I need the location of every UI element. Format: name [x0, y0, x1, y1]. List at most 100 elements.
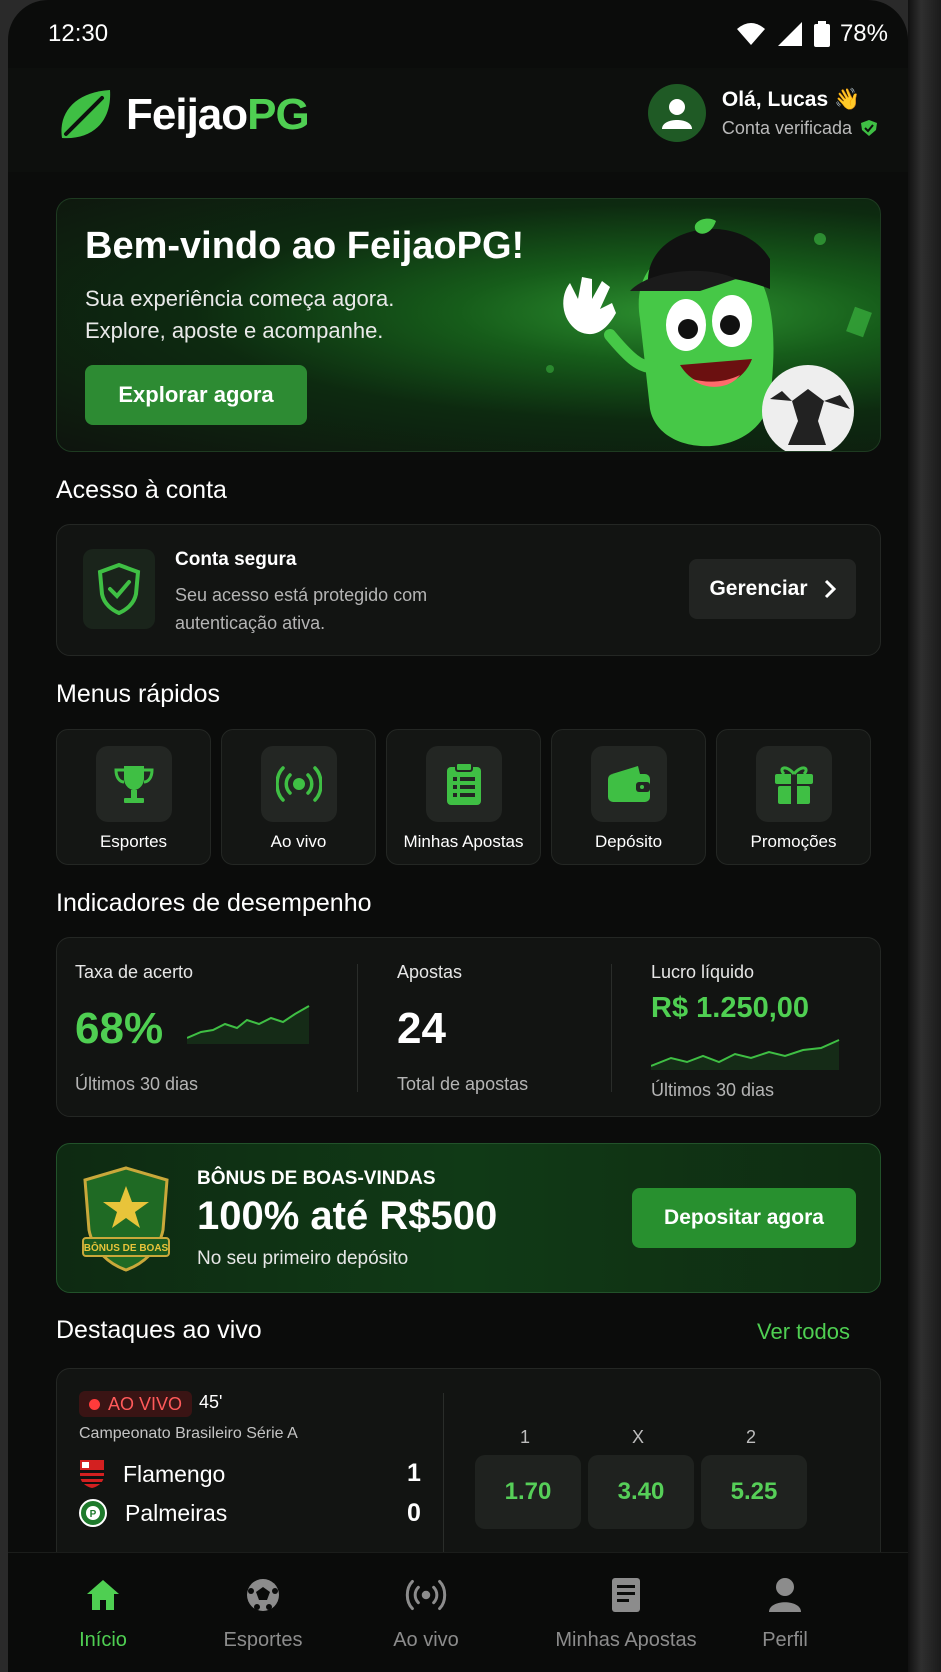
wallet-icon-box: [590, 746, 667, 822]
see-all-link[interactable]: Ver todos: [757, 1319, 850, 1345]
signal-icon: [777, 22, 802, 46]
verified-badge-icon: [861, 120, 877, 136]
welcome-banner: Bem-vindo ao FeijaoPG! Sua experiência c…: [56, 198, 881, 452]
manage-button[interactable]: Gerenciar: [689, 559, 856, 619]
odds-header-draw: X: [631, 1427, 644, 1447]
brand-name: Feijao: [126, 90, 248, 139]
status-time: 12:30: [48, 20, 109, 47]
wallet-icon: [607, 766, 650, 802]
svg-text:P: P: [90, 1509, 97, 1520]
battery-level: 78%: [839, 20, 888, 47]
chevron-right-icon: [824, 579, 836, 599]
quick-menu-promotions[interactable]: Promoções: [716, 729, 871, 865]
quick-menu-live[interactable]: Ao vivo: [221, 729, 376, 865]
away-team: P Palmeiras: [79, 1499, 227, 1527]
odd-draw-button[interactable]: 3.40: [588, 1455, 694, 1529]
welcome-bonus-banner: BÔNUS DE BOAS BÔNUS DE BOAS-VINDAS 100% …: [56, 1143, 881, 1293]
home-team: Flamengo: [79, 1459, 225, 1489]
home-team-name: Flamengo: [123, 1460, 226, 1487]
odds-header-home: 1: [519, 1427, 530, 1447]
nav-home[interactable]: Início: [18, 1573, 188, 1652]
hit-rate-value: 68%: [75, 1004, 164, 1053]
bean-mascot-illustration: [546, 218, 872, 451]
battery-icon: [813, 21, 830, 47]
odd-away-button[interactable]: 5.25: [701, 1455, 807, 1529]
quick-menu-label: Promoções: [750, 832, 837, 851]
profit-sparkline: [651, 1039, 840, 1070]
shield-icon-box: [83, 549, 155, 629]
quick-menu-deposit[interactable]: Depósito: [551, 729, 706, 865]
hit-rate-label: Taxa de acerto: [75, 962, 194, 982]
user-icon: [661, 99, 692, 129]
account-card-text: Seu acesso está protegido com autenticaç…: [175, 585, 428, 633]
app-screen: 12:30 78% FeijaoPG Olá, Lucas 👋 Conta ve…: [8, 0, 908, 1672]
brand-suffix: PG: [247, 90, 310, 139]
home-icon: [87, 1580, 119, 1610]
deposit-now-button[interactable]: Depositar agora: [632, 1188, 856, 1248]
explore-button[interactable]: Explorar agora: [85, 365, 307, 425]
quick-menu-my-bets[interactable]: Minhas Apostas: [386, 729, 541, 865]
nav-sports[interactable]: Esportes: [178, 1573, 348, 1652]
user-icon: [769, 1578, 801, 1612]
league-name: Campeonato Brasileiro Série A: [79, 1425, 298, 1442]
away-score: 0: [407, 1499, 421, 1527]
nav-my-bets-label: Minhas Apostas: [555, 1629, 697, 1651]
quick-menu-sports[interactable]: Esportes: [56, 729, 211, 865]
device-frame: 12:30 78% FeijaoPG Olá, Lucas 👋 Conta ve…: [0, 0, 941, 1672]
user-profile[interactable]: Olá, Lucas 👋 Conta verificada: [647, 84, 878, 142]
live-match-card[interactable]: AO VIVO 45' Campeonato Brasileiro Série …: [56, 1368, 881, 1568]
hit-rate-footnote: Últimos 30 dias: [75, 1074, 199, 1094]
device-edge: [908, 0, 941, 1672]
indicator-divider: [357, 964, 358, 1092]
verified-label: Conta verificada: [721, 117, 852, 138]
indicators-section-title: Indicadores de desempenho: [56, 889, 372, 917]
bonus-shield-text: BÔNUS DE BOAS: [84, 1241, 169, 1254]
bottom-navigation: Início Esportes Ao vivo Minhas Apostas P…: [8, 1552, 908, 1672]
live-dot-icon: [89, 1398, 100, 1410]
away-team-name: Palmeiras: [125, 1499, 228, 1526]
profit-label: Lucro líquido: [651, 962, 755, 982]
app-header: FeijaoPG Olá, Lucas 👋 Conta verificada: [8, 68, 908, 172]
bonus-headline: 100% até R$500: [197, 1194, 498, 1238]
brand-logo[interactable]: FeijaoPG: [56, 86, 310, 144]
status-bar: 12:30 78%: [8, 0, 908, 68]
bonus-kicker: BÔNUS DE BOAS-VINDAS: [197, 1168, 436, 1189]
match-minute: 45': [199, 1392, 223, 1412]
nav-sports-label: Esportes: [223, 1629, 303, 1651]
nav-home-label: Início: [79, 1629, 127, 1651]
quick-menu-label: Minhas Apostas: [403, 832, 524, 851]
broadcast-icon: [405, 1579, 447, 1611]
wifi-icon: [736, 23, 765, 45]
gift-icon: [774, 766, 813, 804]
bets-value: 24: [397, 1004, 446, 1053]
avatar[interactable]: [647, 84, 706, 142]
nav-my-bets[interactable]: Minhas Apostas: [526, 1573, 726, 1652]
manage-button-label: Gerenciar: [709, 577, 808, 600]
hit-rate-sparkline: [187, 1005, 310, 1044]
banner-title: Bem-vindo ao FeijaoPG!: [85, 225, 525, 267]
broadcast-icon: [275, 766, 322, 802]
nav-profile-label: Perfil: [762, 1629, 808, 1651]
bonus-subtext: No seu primeiro depósito: [197, 1248, 409, 1269]
status-icons: 78%: [736, 20, 888, 48]
account-card-title: Conta segura: [175, 549, 297, 570]
soccer-ball-icon: [247, 1579, 279, 1611]
bets-footnote: Total de apostas: [397, 1074, 529, 1094]
nav-live-label: Ao vivo: [393, 1629, 459, 1651]
quick-menu-label: Ao vivo: [270, 832, 327, 851]
broadcast-icon-box: [260, 746, 337, 822]
nav-live[interactable]: Ao vivo: [341, 1573, 511, 1652]
nav-profile[interactable]: Perfil: [700, 1573, 870, 1652]
odds-divider: [443, 1393, 444, 1563]
live-badge-label: AO VIVO: [108, 1393, 183, 1414]
shield-check-icon: [97, 562, 141, 616]
trophy-icon: [113, 766, 154, 803]
clipboard-icon-box: [425, 746, 502, 822]
live-section-title: Destaques ao vivo: [56, 1316, 262, 1344]
odd-home-button[interactable]: 1.70: [475, 1455, 581, 1529]
gift-icon-box: [755, 746, 832, 822]
account-section-title: Acesso à conta: [56, 476, 227, 504]
odds-header-away: 2: [745, 1427, 756, 1447]
bonus-shield-icon: BÔNUS DE BOAS: [82, 1166, 170, 1272]
quick-menu-label: Esportes: [99, 832, 168, 851]
